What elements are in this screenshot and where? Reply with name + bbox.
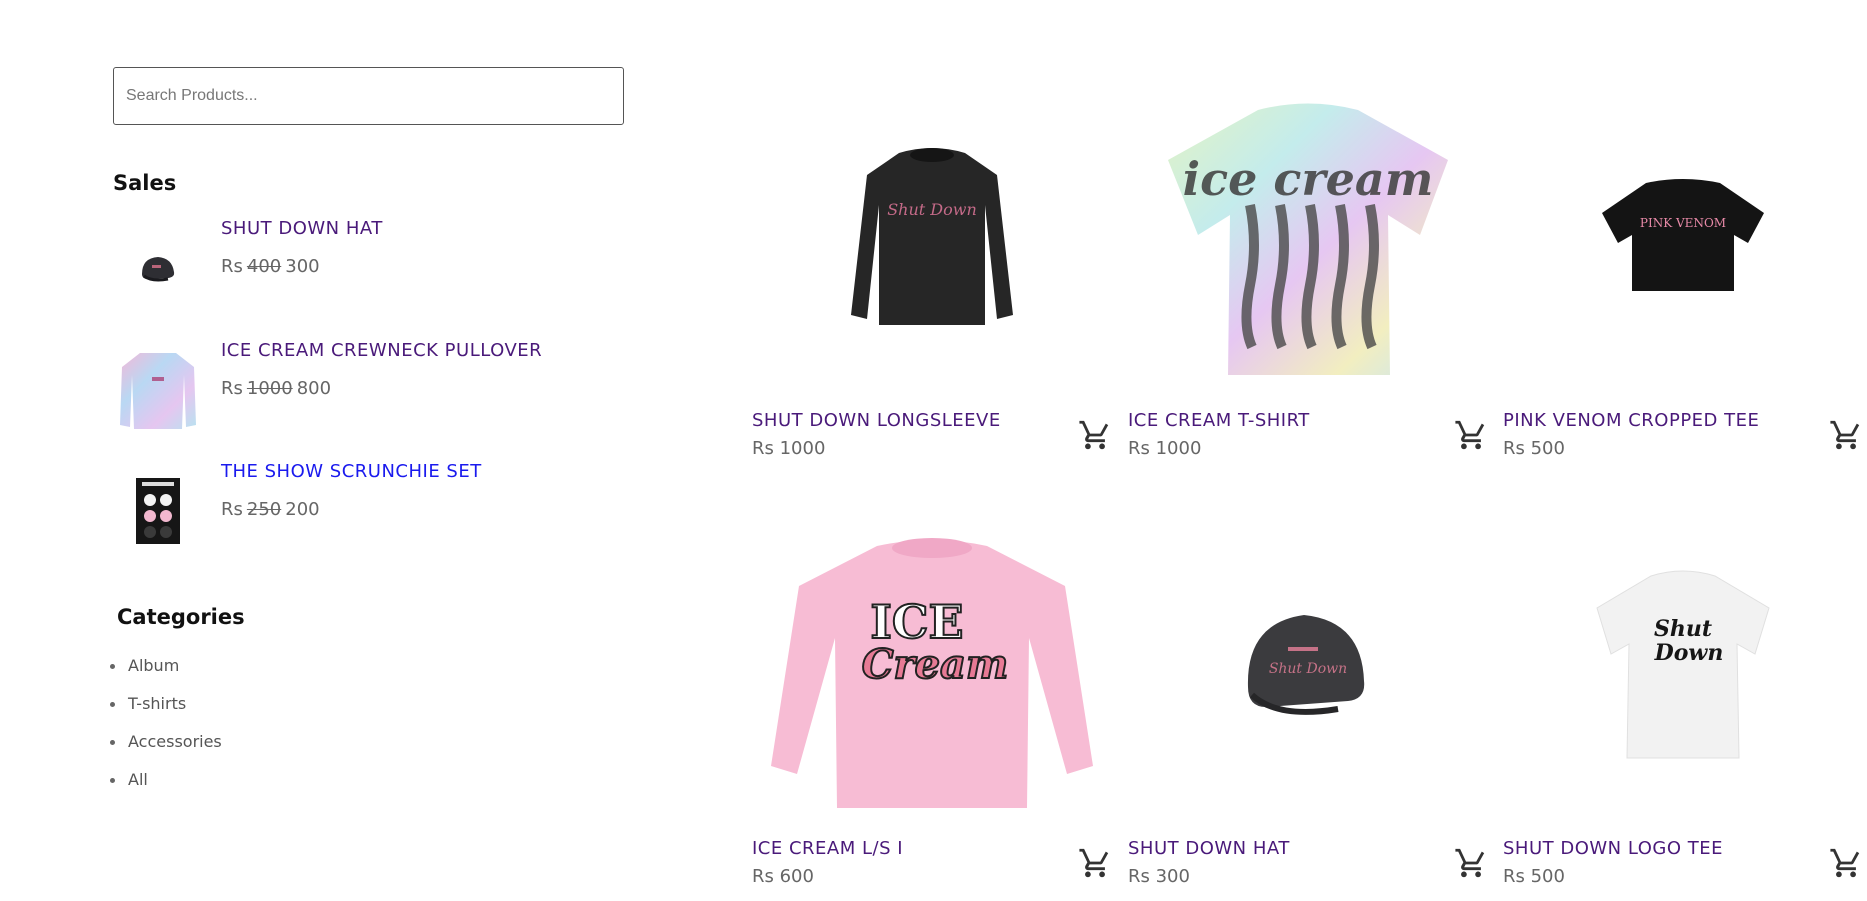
shopping-cart-icon <box>1455 420 1485 450</box>
scrunchie-image[interactable] <box>113 461 203 561</box>
old-price: 1000 <box>246 378 293 399</box>
add-to-cart-button[interactable] <box>1829 846 1863 880</box>
add-to-cart-button[interactable] <box>1078 846 1112 880</box>
category-link[interactable]: Accessories <box>110 732 222 770</box>
product-price: Rs 600 <box>752 866 814 887</box>
add-to-cart-button[interactable] <box>1454 418 1488 452</box>
search-box[interactable] <box>113 67 624 125</box>
product-price: Rs 500 <box>1503 866 1565 887</box>
svg-text:ice cream: ice cream <box>1183 152 1434 206</box>
add-to-cart-button[interactable] <box>1454 846 1488 880</box>
svg-text:Shut Down: Shut Down <box>1269 661 1347 677</box>
sale-item-price: Rs 1000 800 <box>221 378 332 399</box>
sales-heading: Sales <box>113 171 177 195</box>
pullover-image[interactable] <box>113 340 203 440</box>
old-price: 400 <box>246 256 282 277</box>
product-name[interactable]: SHUT DOWN LONGSLEEVE <box>752 410 1001 431</box>
product-name[interactable]: SHUT DOWN LOGO TEE <box>1503 838 1723 859</box>
product-price: Rs 1000 <box>752 438 826 459</box>
new-price: 800 <box>296 378 332 399</box>
product-image[interactable]: ICE Cream <box>752 503 1112 823</box>
shopping-cart-icon <box>1079 420 1109 450</box>
sale-item[interactable]: THE SHOW SCRUNCHIE SET Rs 250 200 <box>113 461 613 561</box>
product-price: Rs 1000 <box>1128 438 1202 459</box>
svg-text:Down: Down <box>1654 640 1724 666</box>
product-image[interactable]: PINK VENOM <box>1503 75 1863 395</box>
add-to-cart-button[interactable] <box>1829 418 1863 452</box>
product-image[interactable]: Shut Down <box>752 75 1112 395</box>
product-image[interactable]: Shut Down <box>1128 503 1488 823</box>
category-link[interactable]: Album <box>110 656 222 694</box>
product-name[interactable]: ICE CREAM L/S I <box>752 838 903 859</box>
sale-item-name[interactable]: THE SHOW SCRUNCHIE SET <box>221 461 482 482</box>
category-link[interactable]: T-shirts <box>110 694 222 732</box>
product-name[interactable]: PINK VENOM CROPPED TEE <box>1503 410 1759 431</box>
cap-image[interactable] <box>113 218 203 318</box>
sale-item-name[interactable]: ICE CREAM CREWNECK PULLOVER <box>221 340 542 361</box>
sale-item-price: Rs 400 300 <box>221 256 320 277</box>
sale-item[interactable]: SHUT DOWN HAT Rs 400 300 <box>113 218 613 318</box>
shopping-cart-icon <box>1455 848 1485 878</box>
categories-heading: Categories <box>117 605 245 629</box>
shopping-cart-icon <box>1830 848 1860 878</box>
add-to-cart-button[interactable] <box>1078 418 1112 452</box>
category-link[interactable]: All <box>110 770 222 808</box>
product-image[interactable]: ice cream <box>1128 75 1488 395</box>
search-input[interactable] <box>114 68 623 124</box>
svg-text:Cream: Cream <box>862 641 1009 688</box>
sale-item-name[interactable]: SHUT DOWN HAT <box>221 218 383 239</box>
product-price: Rs 500 <box>1503 438 1565 459</box>
new-price: 200 <box>285 499 320 520</box>
sale-item[interactable]: ICE CREAM CREWNECK PULLOVER Rs 1000 800 <box>113 340 613 440</box>
svg-text:PINK VENOM: PINK VENOM <box>1640 216 1726 230</box>
new-price: 300 <box>285 256 320 277</box>
svg-text:Shut: Shut <box>1654 616 1712 642</box>
product-image[interactable]: Shut Down <box>1503 503 1863 823</box>
shopping-cart-icon <box>1079 848 1109 878</box>
category-list: Album T-shirts Accessories All <box>110 656 222 808</box>
shopping-cart-icon <box>1830 420 1860 450</box>
product-name[interactable]: ICE CREAM T-SHIRT <box>1128 410 1310 431</box>
product-price: Rs 300 <box>1128 866 1190 887</box>
old-price: 250 <box>246 499 282 520</box>
product-name[interactable]: SHUT DOWN HAT <box>1128 838 1290 859</box>
svg-text:Shut Down: Shut Down <box>887 200 977 219</box>
sale-item-price: Rs 250 200 <box>221 499 320 520</box>
